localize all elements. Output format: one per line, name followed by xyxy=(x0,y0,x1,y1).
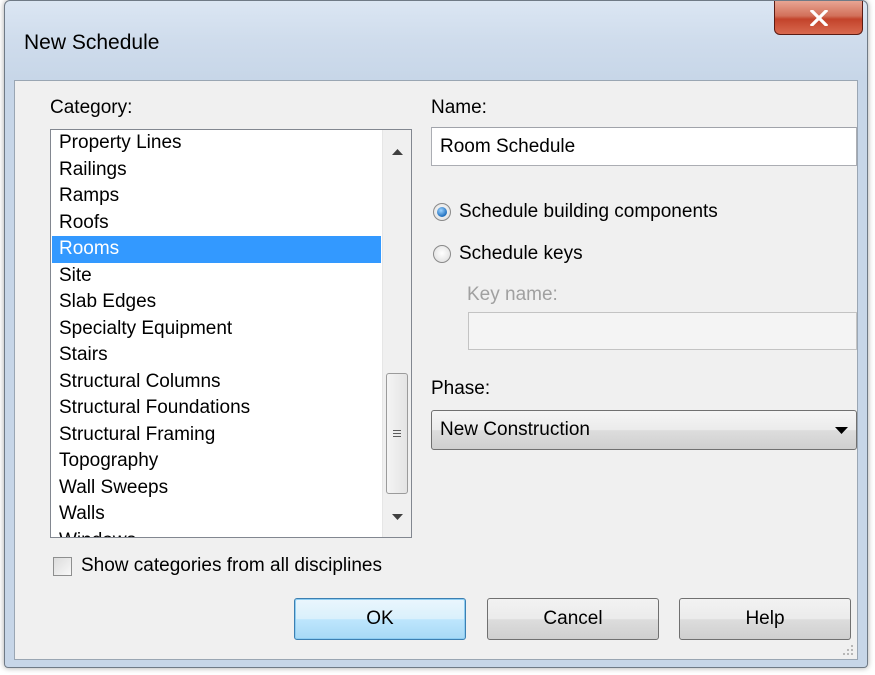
category-item[interactable]: Structural Foundations xyxy=(52,395,381,422)
category-item[interactable]: Structural Columns xyxy=(52,369,381,396)
scroll-down-arrow-icon xyxy=(391,514,403,520)
help-button[interactable]: Help xyxy=(679,598,851,640)
category-item[interactable]: Site xyxy=(52,263,381,290)
resize-grip-icon[interactable] xyxy=(841,643,855,657)
category-item[interactable]: Ramps xyxy=(52,183,381,210)
phase-dropdown[interactable]: New Construction xyxy=(431,410,857,450)
window-title: New Schedule xyxy=(24,31,160,54)
show-all-disciplines-checkbox[interactable] xyxy=(53,556,72,576)
new-schedule-dialog: New Schedule Category: Property Lines Rai… xyxy=(4,0,868,668)
name-label: Name: xyxy=(431,97,487,118)
category-label: Category: xyxy=(50,97,133,118)
category-item[interactable]: Wall Sweeps xyxy=(52,475,381,502)
scroll-down-button[interactable] xyxy=(383,503,411,531)
schedule-keys-label: Schedule keys xyxy=(459,243,583,264)
schedule-keys-option[interactable]: Schedule keys xyxy=(433,243,583,265)
scroll-grip-icon xyxy=(393,428,401,439)
schedule-building-components-label: Schedule building components xyxy=(459,201,718,222)
category-item[interactable]: Windows xyxy=(52,528,381,538)
category-item[interactable]: Walls xyxy=(52,501,381,528)
category-scrollbar[interactable] xyxy=(382,130,411,537)
phase-label: Phase: xyxy=(431,378,491,399)
phase-selected-value: New Construction xyxy=(440,419,590,440)
close-button[interactable] xyxy=(774,1,863,35)
schedule-keys-radio[interactable] xyxy=(433,245,451,263)
show-all-disciplines-label: Show categories from all disciplines xyxy=(81,555,382,576)
close-icon xyxy=(809,9,828,26)
category-item[interactable]: Rooms xyxy=(52,236,381,263)
category-item[interactable]: Railings xyxy=(52,157,381,184)
dialog-client-area: Category: Property Lines Railings Ramps Roo… xyxy=(14,80,858,660)
title-bar[interactable]: New Schedule xyxy=(5,1,867,79)
category-item[interactable]: Stairs xyxy=(52,342,381,369)
category-item[interactable]: Roofs xyxy=(52,210,381,237)
category-item[interactable]: Property Lines xyxy=(52,130,381,157)
chevron-down-icon xyxy=(834,426,848,434)
key-name-label: Key name: xyxy=(467,284,558,305)
category-list-items: Property Lines Railings Ramps Roofs Rooms Sit… xyxy=(51,130,381,537)
cancel-button[interactable]: Cancel xyxy=(487,598,659,640)
category-item[interactable]: Slab Edges xyxy=(52,289,381,316)
key-name-input[interactable] xyxy=(468,312,857,350)
category-item[interactable]: Specialty Equipment xyxy=(52,316,381,343)
category-item[interactable]: Topography xyxy=(52,448,381,475)
category-listbox[interactable]: Property Lines Railings Ramps Roofs Rooms Sit… xyxy=(50,129,412,538)
show-all-disciplines-row[interactable]: Show categories from all disciplines xyxy=(53,555,382,577)
ok-button[interactable]: OK xyxy=(294,598,466,640)
name-input[interactable]: Room Schedule xyxy=(431,127,857,166)
schedule-building-components-option[interactable]: Schedule building components xyxy=(433,201,718,223)
phase-dropdown-arrow[interactable] xyxy=(826,426,856,434)
category-item[interactable]: Structural Framing xyxy=(52,422,381,449)
name-input-value: Room Schedule xyxy=(440,135,576,157)
scroll-up-button[interactable] xyxy=(383,138,411,166)
scroll-up-arrow-icon xyxy=(391,149,403,155)
schedule-building-components-radio[interactable] xyxy=(433,203,451,221)
scroll-thumb[interactable] xyxy=(386,373,408,494)
